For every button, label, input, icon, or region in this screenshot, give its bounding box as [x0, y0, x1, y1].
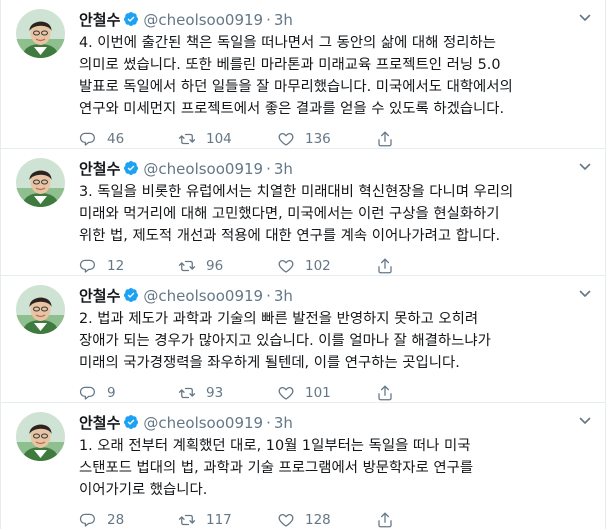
retweet-icon [178, 260, 196, 272]
reply-count: 9 [107, 385, 116, 401]
heart-icon [278, 132, 294, 146]
retweet-count: 93 [206, 385, 224, 401]
avatar[interactable] [16, 412, 65, 461]
tweet-actions: 9 93 101 [79, 383, 593, 403]
reply-icon [79, 259, 96, 273]
share-icon [378, 131, 392, 147]
retweet-icon [178, 514, 196, 526]
separator-dot: · [266, 414, 271, 432]
heart-icon [278, 259, 294, 273]
like-button[interactable]: 136 [277, 130, 376, 148]
display-name[interactable]: 안철수 [79, 285, 120, 306]
user-handle[interactable]: @cheolsoo0919 [143, 414, 263, 432]
separator-dot: · [266, 287, 271, 305]
share-button[interactable] [376, 130, 404, 148]
retweet-count: 117 [206, 512, 232, 528]
reply-button[interactable]: 12 [79, 257, 178, 275]
tweet-header: 안철수 @cheolsoo0919 · 3h [79, 9, 593, 30]
verified-badge-icon [123, 11, 139, 27]
retweet-count: 96 [206, 258, 224, 274]
tweet[interactable]: 안철수 @cheolsoo0919 · 3h 3. 독일을 비롯한 유럽에서는 … [1, 149, 605, 276]
reply-icon [79, 386, 96, 400]
tweet-feed: 안철수 @cheolsoo0919 · 3h 4. 이번에 출간된 책은 독일을… [0, 0, 606, 529]
avatar[interactable] [16, 285, 65, 334]
display-name[interactable]: 안철수 [79, 9, 120, 30]
retweet-icon [178, 133, 196, 145]
timestamp[interactable]: 3h [274, 11, 293, 29]
timestamp[interactable]: 3h [274, 414, 293, 432]
retweet-icon [178, 387, 196, 399]
user-handle[interactable]: @cheolsoo0919 [143, 287, 263, 305]
like-count: 128 [305, 512, 331, 528]
tweet-header: 안철수 @cheolsoo0919 · 3h [79, 412, 593, 433]
tweet[interactable]: 안철수 @cheolsoo0919 · 3h 2. 법과 제도가 과학과 기술의… [1, 276, 605, 403]
reply-button[interactable]: 28 [79, 511, 178, 529]
share-button[interactable] [376, 511, 404, 529]
like-button[interactable]: 102 [277, 257, 376, 275]
timestamp[interactable]: 3h [274, 287, 293, 305]
verified-badge-icon [123, 160, 139, 176]
user-handle[interactable]: @cheolsoo0919 [143, 160, 263, 178]
user-handle[interactable]: @cheolsoo0919 [143, 11, 263, 29]
chevron-down-icon[interactable] [578, 287, 592, 301]
reply-icon [79, 132, 96, 146]
tweet[interactable]: 안철수 @cheolsoo0919 · 3h 1. 오래 전부터 계획했던 대로… [1, 403, 605, 529]
chevron-down-icon[interactable] [578, 11, 592, 25]
tweet-actions: 28 117 128 [79, 510, 593, 530]
tweet[interactable]: 안철수 @cheolsoo0919 · 3h 4. 이번에 출간된 책은 독일을… [1, 0, 605, 149]
timestamp[interactable]: 3h [274, 160, 293, 178]
tweet-actions: 46 104 136 [79, 129, 593, 149]
reply-count: 28 [107, 512, 125, 528]
like-count: 102 [305, 258, 331, 274]
retweet-button[interactable]: 117 [178, 511, 277, 529]
retweet-button[interactable]: 96 [178, 257, 277, 275]
like-button[interactable]: 101 [277, 384, 376, 402]
share-icon [378, 512, 392, 528]
tweet-text: 3. 독일을 비롯한 유럽에서는 치열한 미래대비 혁신현장을 다니며 우리의 … [79, 184, 514, 244]
avatar[interactable] [16, 9, 65, 58]
share-button[interactable] [376, 257, 404, 275]
reply-button[interactable]: 46 [79, 130, 178, 148]
like-count: 101 [305, 385, 331, 401]
verified-badge-icon [123, 414, 139, 430]
chevron-down-icon[interactable] [578, 414, 592, 428]
avatar[interactable] [16, 158, 65, 207]
chevron-down-icon[interactable] [578, 160, 592, 174]
share-icon [378, 385, 392, 401]
display-name[interactable]: 안철수 [79, 412, 120, 433]
retweet-count: 104 [206, 131, 232, 147]
like-button[interactable]: 128 [277, 511, 376, 529]
heart-icon [278, 513, 294, 527]
separator-dot: · [266, 11, 271, 29]
heart-icon [278, 386, 294, 400]
retweet-button[interactable]: 93 [178, 384, 277, 402]
retweet-button[interactable]: 104 [178, 130, 277, 148]
tweet-text: 4. 이번에 출간된 책은 독일을 떠나면서 그 동안의 삶에 대해 정리하는 … [79, 35, 513, 117]
reply-count: 12 [107, 258, 125, 274]
verified-badge-icon [123, 287, 139, 303]
reply-icon [79, 513, 96, 527]
reply-count: 46 [107, 131, 125, 147]
like-count: 136 [305, 131, 331, 147]
reply-button[interactable]: 9 [79, 384, 178, 402]
tweet-actions: 12 96 102 [79, 256, 593, 276]
share-icon [378, 258, 392, 274]
separator-dot: · [266, 160, 271, 178]
tweet-text: 1. 오래 전부터 계획했던 대로, 10월 1일부터는 독일을 떠나 미국 스… [79, 438, 474, 498]
share-button[interactable] [376, 384, 404, 402]
tweet-header: 안철수 @cheolsoo0919 · 3h [79, 285, 593, 306]
display-name[interactable]: 안철수 [79, 158, 120, 179]
tweet-header: 안철수 @cheolsoo0919 · 3h [79, 158, 593, 179]
tweet-text: 2. 법과 제도가 과학과 기술의 빠른 발전을 반영하지 못하고 오히려 장애… [79, 311, 491, 371]
